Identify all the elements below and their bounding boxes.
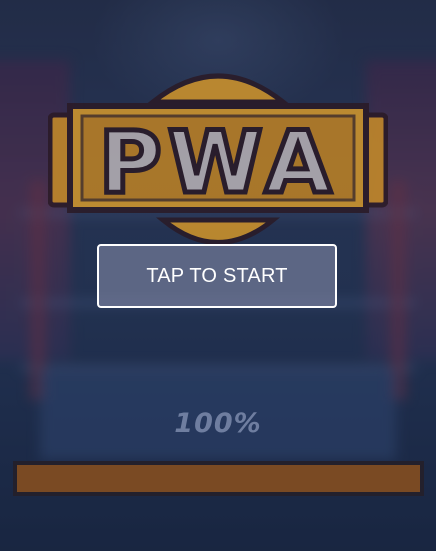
loading-percent: 100% xyxy=(174,408,262,439)
loading-progress-fill xyxy=(17,465,420,492)
logo-text: PWA xyxy=(99,113,338,213)
game-screen: PWA TAP TO START 100% xyxy=(0,0,436,551)
start-button-label: TAP TO START xyxy=(146,264,288,287)
pwa-logo: PWA xyxy=(48,73,388,245)
tap-to-start-button[interactable]: TAP TO START xyxy=(97,244,337,308)
loading-progress-bar xyxy=(13,461,424,496)
